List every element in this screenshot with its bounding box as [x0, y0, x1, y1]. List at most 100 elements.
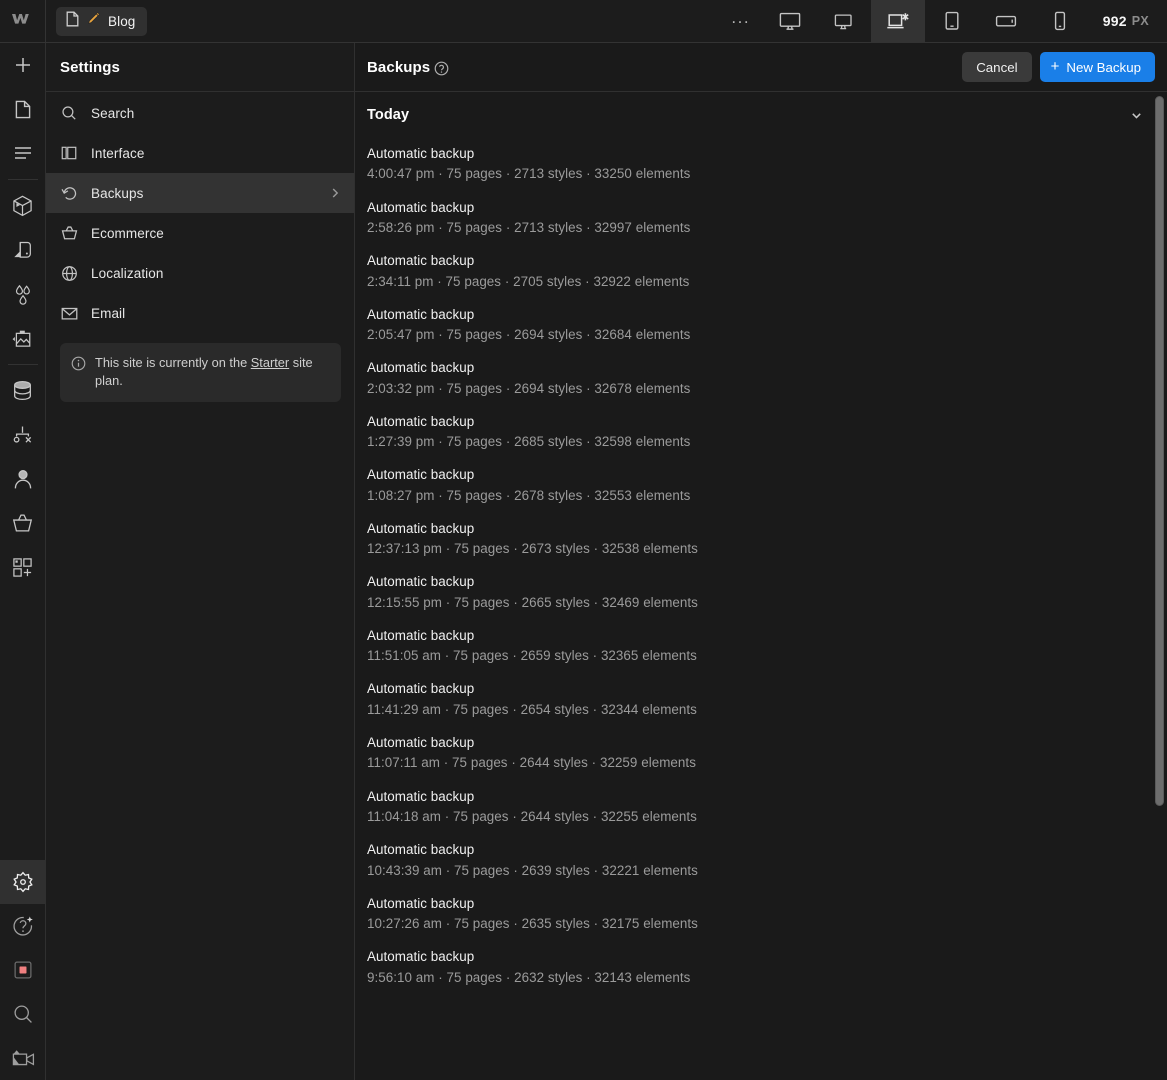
backup-meta: 11:41:29 am · 75 pages · 2654 styles · 3… — [367, 701, 697, 717]
backup-name: Automatic backup — [367, 467, 475, 483]
rail-bottom-group — [0, 860, 46, 1080]
sidebar-item-label: Email — [91, 305, 126, 321]
backup-meta: 2:03:32 pm · 75 pages · 2694 styles · 32… — [367, 380, 691, 396]
backup-row[interactable]: Automatic backup 11:07:11 am · 75 pages ·… — [355, 727, 1167, 781]
rail-recording[interactable] — [0, 948, 46, 992]
chevron-down-icon[interactable] — [1130, 109, 1143, 122]
backup-name: Automatic backup — [367, 574, 475, 590]
backup-name: Automatic backup — [367, 413, 475, 429]
viewport-width-unit: PX — [1131, 14, 1149, 28]
backup-row[interactable]: Automatic backup 9:56:10 am · 75 pages · … — [355, 941, 1167, 995]
backup-meta: 1:08:27 pm · 75 pages · 2678 styles · 32… — [367, 487, 691, 503]
sidebar-item-backups[interactable]: Backups — [46, 173, 354, 213]
backup-meta: 1:27:39 pm · 75 pages · 2685 styles · 32… — [367, 434, 691, 450]
rail-ecommerce[interactable] — [0, 501, 46, 545]
backup-row[interactable]: Automatic backup 11:51:05 am · 75 pages ·… — [355, 620, 1167, 674]
top-bar: Blog ... 992 PX — [0, 0, 1167, 43]
scrollbar-thumb[interactable] — [1155, 96, 1164, 806]
designer-body: Settings Search Interface Backups Ecomme… — [0, 43, 1167, 1080]
backup-name: Automatic backup — [367, 627, 475, 643]
backup-meta: 12:37:13 pm · 75 pages · 2673 styles · 3… — [367, 541, 698, 557]
webflow-logo[interactable] — [0, 0, 46, 42]
globe-icon — [60, 265, 78, 282]
backup-row[interactable]: Automatic backup 4:00:47 pm · 75 pages · … — [355, 138, 1167, 192]
rail-divider-2 — [7, 364, 38, 365]
backup-row[interactable]: Automatic backup 12:15:55 pm · 75 pages ·… — [355, 566, 1167, 620]
site-plan-text: This site is currently on the Starter si… — [95, 354, 329, 390]
rail-components[interactable] — [0, 184, 46, 228]
backup-row[interactable]: Automatic backup 2:34:11 pm · 75 pages · … — [355, 245, 1167, 299]
plan-text-before: This site is currently on the — [95, 355, 251, 370]
backups-panel: Backups Cancel + New Backup Today Automa… — [355, 43, 1167, 1080]
backup-meta: 9:56:10 am · 75 pages · 2632 styles · 32… — [367, 969, 691, 985]
backups-header: Backups Cancel + New Backup — [355, 43, 1167, 92]
page-icon — [66, 11, 79, 32]
rail-pages[interactable] — [0, 87, 46, 131]
backup-name: Automatic backup — [367, 360, 475, 376]
sidebar-item-email[interactable]: Email — [46, 293, 354, 333]
page-tab-blog[interactable]: Blog — [56, 6, 148, 36]
rail-cms[interactable] — [0, 369, 46, 413]
sidebar-item-label: Localization — [91, 265, 164, 281]
sidebar-item-label: Ecommerce — [91, 225, 164, 241]
basket-icon — [60, 225, 78, 241]
breakpoint-mobile-portrait[interactable] — [1033, 0, 1087, 43]
backup-row[interactable]: Automatic backup 11:04:18 am · 75 pages ·… — [355, 781, 1167, 835]
rail-users[interactable] — [0, 457, 46, 501]
viewport-width-readout[interactable]: 992 PX — [1087, 0, 1167, 43]
backup-meta: 11:51:05 am · 75 pages · 2659 styles · 3… — [367, 648, 697, 664]
sidebar-item-interface[interactable]: Interface — [46, 133, 354, 173]
rail-variables[interactable] — [0, 272, 46, 316]
backup-row[interactable]: Automatic backup 12:37:13 pm · 75 pages ·… — [355, 513, 1167, 567]
cancel-button[interactable]: Cancel — [962, 52, 1032, 82]
question-circle-icon[interactable] — [434, 61, 449, 76]
rail-navigator[interactable] — [0, 131, 46, 175]
sidebar-item-localization[interactable]: Localization — [46, 253, 354, 293]
device-breakpoints: ... 992 PX — [719, 0, 1167, 43]
backups-scroll-area[interactable]: Today Automatic backup 4:00:47 pm · 75 pa… — [355, 92, 1167, 1080]
backup-group-header-today[interactable]: Today — [355, 92, 1167, 138]
backup-row[interactable]: Automatic backup 1:27:39 pm · 75 pages · … — [355, 406, 1167, 460]
rail-add-element[interactable] — [0, 43, 46, 87]
breakpoint-tablet[interactable] — [925, 0, 979, 43]
backup-row[interactable]: Automatic backup 1:08:27 pm · 75 pages · … — [355, 459, 1167, 513]
rail-divider — [7, 179, 38, 180]
backup-name: Automatic backup — [367, 735, 475, 751]
rail-settings[interactable] — [0, 860, 46, 904]
backup-row[interactable]: Automatic backup 2:05:47 pm · 75 pages · … — [355, 299, 1167, 353]
rail-assets[interactable] — [0, 316, 46, 360]
backup-row[interactable]: Automatic backup 11:41:29 am · 75 pages ·… — [355, 673, 1167, 727]
rail-apps[interactable] — [0, 545, 46, 589]
backup-meta: 2:34:11 pm · 75 pages · 2705 styles · 32… — [367, 273, 690, 289]
sidebar-item-label: Backups — [91, 185, 144, 201]
site-plan-notice: This site is currently on the Starter si… — [60, 343, 341, 403]
backup-row[interactable]: Automatic backup 10:43:39 am · 75 pages ·… — [355, 834, 1167, 888]
sidebar-item-label: Search — [91, 105, 135, 121]
breakpoint-desktop[interactable] — [817, 0, 871, 43]
rail-search[interactable] — [0, 992, 46, 1036]
backup-meta: 4:00:47 pm · 75 pages · 2713 styles · 33… — [367, 166, 691, 182]
new-backup-button[interactable]: + New Backup — [1039, 52, 1155, 82]
starter-plan-link[interactable]: Starter — [251, 355, 289, 370]
sidebar-item-search[interactable]: Search — [46, 93, 354, 133]
chevron-right-icon — [329, 187, 341, 199]
rail-logic[interactable] — [0, 413, 46, 457]
restore-icon — [60, 185, 78, 202]
backup-row[interactable]: Automatic backup 2:58:26 pm · 75 pages · … — [355, 192, 1167, 246]
backup-row[interactable]: Automatic backup 10:27:26 am · 75 pages ·… — [355, 888, 1167, 942]
scrollbar[interactable] — [1155, 92, 1164, 1080]
rail-help-ai[interactable] — [0, 904, 46, 948]
breakpoint-desktop-base[interactable] — [870, 0, 925, 43]
rail-video[interactable] — [0, 1036, 46, 1080]
backup-name: Automatic backup — [367, 199, 475, 215]
backup-row[interactable]: Automatic backup 2:03:32 pm · 75 pages · … — [355, 352, 1167, 406]
breakpoint-desktop-large[interactable] — [763, 0, 817, 43]
overflow-menu-icon[interactable]: ... — [719, 0, 763, 43]
backup-name: Automatic backup — [367, 520, 475, 536]
sidebar-item-ecommerce[interactable]: Ecommerce — [46, 213, 354, 253]
envelope-icon — [60, 306, 78, 321]
backup-meta: 11:07:11 am · 75 pages · 2644 styles · 3… — [367, 755, 696, 771]
rail-style-selector[interactable] — [0, 228, 46, 272]
breakpoint-mobile-landscape[interactable] — [979, 0, 1033, 43]
backup-name: Automatic backup — [367, 842, 475, 858]
